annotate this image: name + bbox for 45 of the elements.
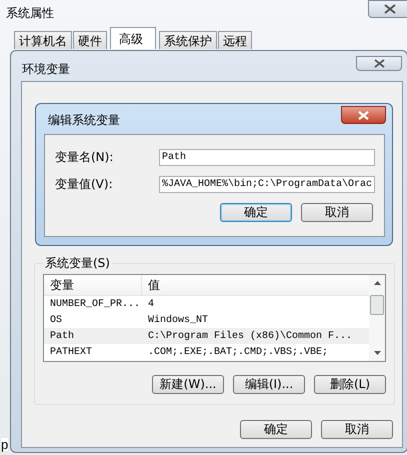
variable-value: C:\Program Files (x86)\Common F...	[147, 330, 352, 342]
dialog-button[interactable]: 新建(W)...	[152, 375, 224, 394]
input-field[interactable]: %JAVA_HOME%\bin;C:\ProgramData\Orac	[159, 176, 375, 193]
variable-name: NUMBER_OF_PR...	[49, 298, 142, 310]
dialog-title: 编辑系统变量	[48, 112, 120, 129]
field-label: 变量名(N):	[55, 149, 114, 166]
list-row[interactable]: NUMBER_OF_PR... 4	[44, 296, 369, 312]
list-row[interactable]: Path C:\Program Files (x86)\Common F...	[44, 328, 369, 344]
variable-value: Windows_NT	[147, 314, 208, 326]
tab[interactable]: 远程	[218, 31, 252, 49]
dialog-button[interactable]: 编辑(I)...	[233, 375, 305, 394]
label-fragment: p	[1, 438, 8, 451]
dialog-button[interactable]: 取消	[321, 420, 393, 439]
column-header[interactable]: 值	[142, 275, 160, 295]
field-label: 变量值(V):	[55, 176, 114, 193]
close-icon	[384, 4, 396, 14]
down-arrow-icon	[374, 351, 380, 355]
list-row[interactable]: OS Windows_NT	[44, 312, 369, 328]
close-icon	[358, 110, 369, 120]
variable-name: Path	[49, 330, 76, 342]
column-header[interactable]: 变量	[44, 275, 142, 295]
input-field[interactable]: Path	[159, 149, 375, 166]
variable-value: .COM;.EXE;.BAT;.CMD;.VBS;.VBE;	[147, 346, 328, 358]
close-button[interactable]	[356, 56, 402, 71]
window-title: 系统属性	[6, 5, 54, 22]
list-row[interactable]: PATHEXT .COM;.EXE;.BAT;.CMD;.VBS;.VBE;	[44, 344, 369, 360]
up-arrow-icon	[374, 281, 380, 285]
variable-name: PATHEXT	[49, 346, 94, 358]
dialog-button[interactable]: 确定	[220, 203, 292, 222]
tab[interactable]: 系统保护	[159, 31, 217, 49]
tab[interactable]: 高级	[110, 27, 156, 49]
scroll-thumb[interactable]	[370, 295, 384, 315]
dialog-button[interactable]: 取消	[301, 203, 373, 222]
dialog-button[interactable]: 删除(L)	[314, 375, 386, 394]
group-label: 系统变量(S)	[44, 255, 111, 272]
dialog-button[interactable]: 确定	[240, 420, 312, 439]
tab[interactable]: 计算机名	[14, 31, 72, 49]
variable-name: OS	[49, 314, 64, 326]
close-button[interactable]	[368, 0, 407, 18]
scrollbar[interactable]	[369, 275, 385, 361]
close-button[interactable]	[341, 106, 386, 124]
dialog-title: 环境变量	[22, 61, 70, 78]
close-icon	[374, 59, 384, 68]
variable-value: 4	[147, 298, 154, 310]
tab[interactable]: 硬件	[73, 31, 107, 49]
